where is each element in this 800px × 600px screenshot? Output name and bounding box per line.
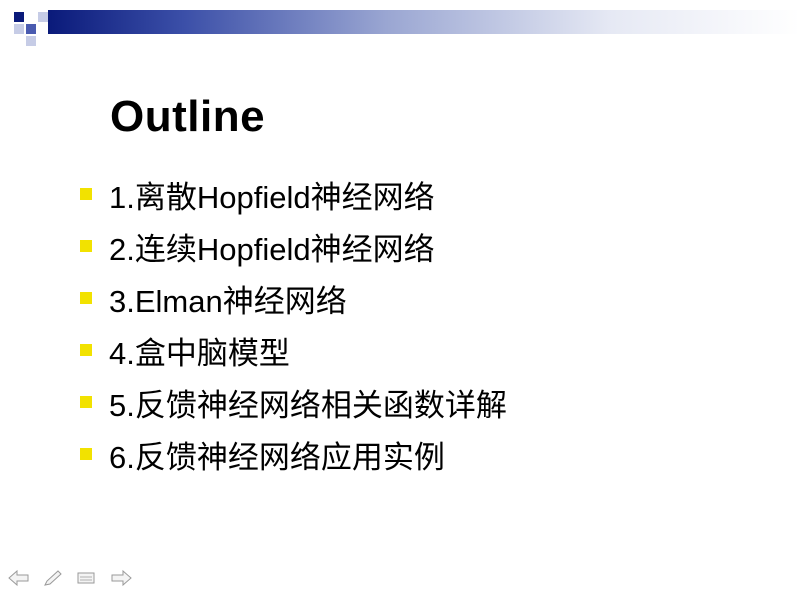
header-gradient-bar — [48, 10, 800, 34]
bullet-icon — [80, 240, 92, 252]
list-item: 5.反馈神经网络相关函数详解 — [80, 376, 507, 428]
menu-button[interactable] — [76, 568, 98, 588]
list-item: 3.Elman神经网络 — [80, 272, 507, 324]
decor-square — [26, 24, 36, 34]
back-arrow-icon — [8, 569, 29, 587]
list-item-text: 4.盒中脑模型 — [109, 335, 290, 371]
list-item-text: 3.Elman神经网络 — [109, 283, 347, 319]
list-item-text: 5.反馈神经网络相关函数详解 — [109, 387, 507, 423]
decor-square — [14, 24, 24, 34]
pen-icon — [44, 570, 62, 586]
decor-square — [14, 12, 24, 22]
next-slide-button[interactable] — [110, 568, 132, 588]
header-decoration — [0, 0, 800, 48]
menu-icon — [77, 572, 95, 584]
decor-square — [26, 36, 36, 46]
bullet-icon — [80, 344, 92, 356]
list-item: 2.连续Hopfield神经网络 — [80, 220, 507, 272]
list-item: 6.反馈神经网络应用实例 — [80, 428, 507, 480]
slide-title: Outline — [110, 92, 266, 141]
list-item-text: 1.离散Hopfield神经网络 — [109, 179, 435, 215]
decor-square — [38, 12, 48, 22]
list-item: 1.离散Hopfield神经网络 — [80, 168, 507, 220]
list-item-text: 6.反馈神经网络应用实例 — [109, 439, 445, 475]
outline-list: 1.离散Hopfield神经网络 2.连续Hopfield神经网络 3.Elma… — [80, 168, 507, 480]
forward-arrow-icon — [111, 569, 132, 587]
bullet-icon — [80, 292, 92, 304]
list-item: 4.盒中脑模型 — [80, 324, 507, 376]
bullet-icon — [80, 188, 92, 200]
bullet-icon — [80, 396, 92, 408]
previous-slide-button[interactable] — [8, 568, 30, 588]
list-item-text: 2.连续Hopfield神经网络 — [109, 231, 435, 267]
bullet-icon — [80, 448, 92, 460]
pen-button[interactable] — [42, 568, 64, 588]
slide-navigation — [8, 568, 132, 588]
